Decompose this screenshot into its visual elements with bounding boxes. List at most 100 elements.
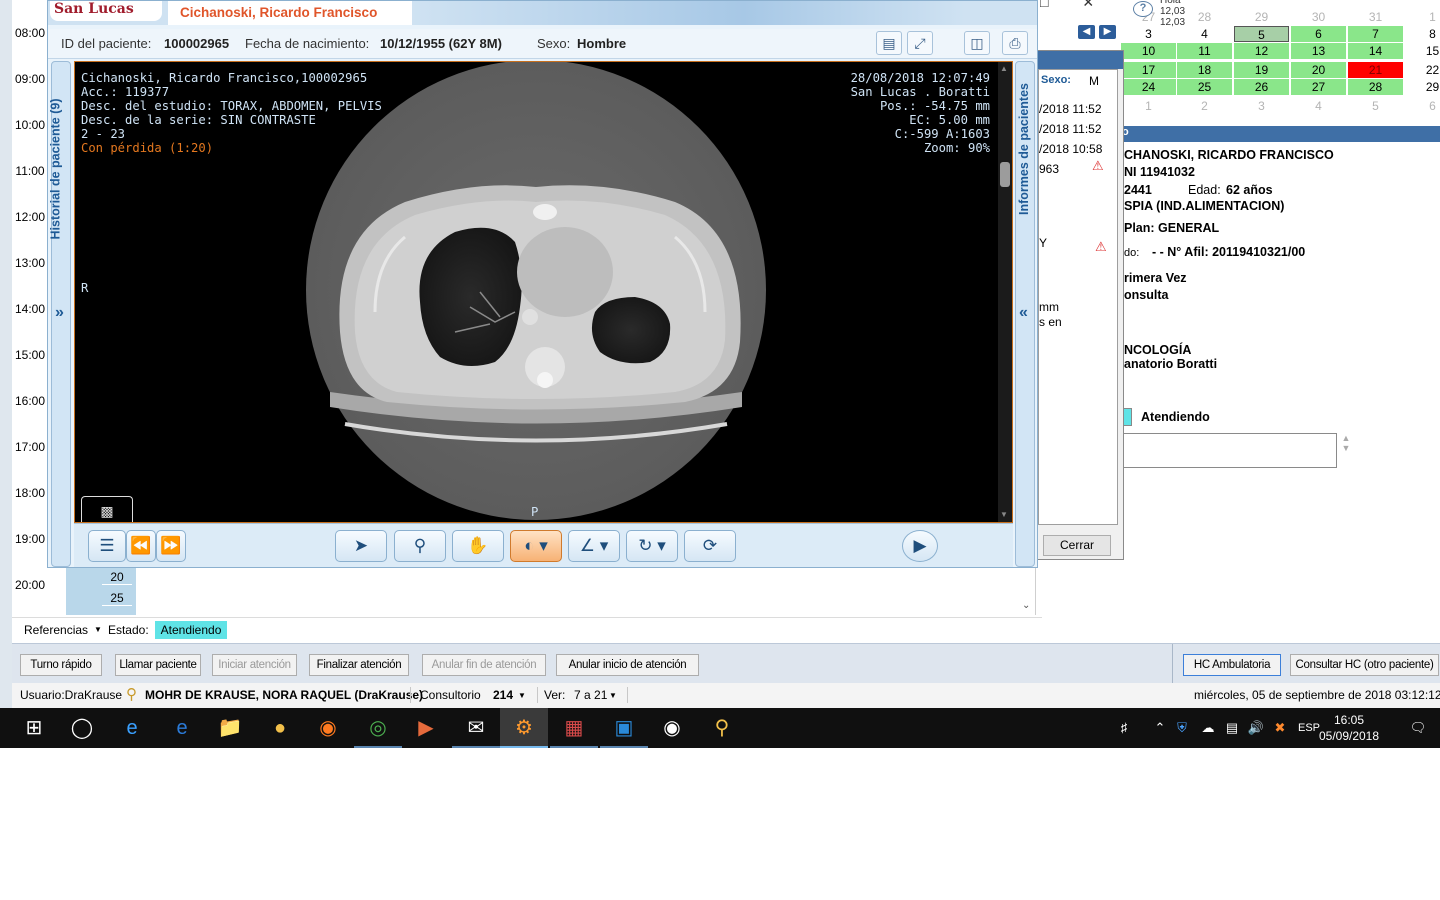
history-id[interactable]: 963 <box>1039 162 1059 176</box>
series-list-icon[interactable]: ☰ <box>88 530 126 562</box>
cortana-search-icon[interactable]: ◯ <box>58 708 106 748</box>
expand-left-icon[interactable]: « <box>1019 304 1028 322</box>
consult-hc-button[interactable]: Consultar HC (otro paciente) <box>1290 654 1439 676</box>
calendar-day[interactable]: 4 <box>1177 26 1232 42</box>
finish-attention-button[interactable]: Finalizar atención <box>309 654 409 676</box>
calendar-day[interactable]: 15 <box>1405 43 1440 59</box>
quick-turn-button[interactable]: Turno rápido <box>20 654 102 676</box>
next-series-icon[interactable]: ⏩ <box>156 530 186 562</box>
chrome-icon[interactable]: ◎ <box>354 708 402 748</box>
calendar-day[interactable]: 2 <box>1177 98 1232 114</box>
calendar-day[interactable]: 4 <box>1291 98 1346 114</box>
slice-scrollbar[interactable]: ▲ ▼ <box>998 62 1012 522</box>
calendar-day[interactable]: 29 <box>1234 9 1289 25</box>
calendar-day[interactable]: 1 <box>1405 9 1440 25</box>
onedrive-icon[interactable]: ☁ <box>1196 708 1220 748</box>
close-icon[interactable]: ✕ <box>1082 0 1094 10</box>
pan-tool-icon[interactable]: ✋ <box>452 530 504 562</box>
orange-tray-icon[interactable]: ✖ <box>1270 708 1290 748</box>
chevron-down-icon[interactable]: ▼ <box>94 625 102 634</box>
calendar-day[interactable]: 31 <box>1348 9 1403 25</box>
calendar-day[interactable]: 17 <box>1121 62 1176 78</box>
view-select[interactable]: 7 a 21 <box>574 688 607 702</box>
previous-month-icon[interactable]: ◀ <box>1078 25 1095 39</box>
calendar-day[interactable]: 19 <box>1234 62 1289 78</box>
calendar-day[interactable]: 18 <box>1177 62 1232 78</box>
calendar-day[interactable]: 6 <box>1405 98 1440 114</box>
chevron-down-icon[interactable]: ▼ <box>518 691 526 700</box>
patient-tab[interactable]: Cichanoski, Ricardo Francisco <box>168 1 412 25</box>
print-icon[interactable]: ⎙ <box>1002 31 1028 55</box>
calendar-day[interactable]: 8 <box>1405 26 1440 42</box>
calendar-day[interactable]: 11 <box>1177 43 1232 59</box>
shield-icon[interactable]: ⛨ <box>1172 708 1192 748</box>
zoom-tool-icon[interactable]: ⚲ <box>394 530 446 562</box>
chevron-down-icon[interactable]: ▼ <box>609 691 617 700</box>
maximize-icon[interactable]: □ <box>1040 0 1048 10</box>
calendar-day[interactable]: 5 <box>1348 98 1403 114</box>
edge-icon[interactable]: e <box>158 708 206 748</box>
rotate-tool-icon[interactable]: ↻ ▾ <box>626 530 678 562</box>
calendar-day[interactable]: 24 <box>1121 79 1176 95</box>
calendar-day[interactable]: 10 <box>1121 43 1176 59</box>
history-date[interactable]: /2018 10:58 <box>1039 142 1102 156</box>
key-app-icon[interactable]: ⚲ <box>698 708 746 748</box>
calendar-day[interactable]: 3 <box>1121 26 1176 42</box>
calendar-day[interactable]: 30 <box>1291 9 1346 25</box>
patient-history-tab[interactable]: Historial de paciente (9) » <box>49 61 71 567</box>
people-icon[interactable]: ♯ <box>1114 708 1134 748</box>
save-icon[interactable]: ◫ <box>964 31 990 55</box>
scroll-down-icon[interactable]: ⌄ <box>1022 600 1030 611</box>
calendar-day[interactable]: 25 <box>1177 79 1232 95</box>
expand-right-icon[interactable]: » <box>55 304 64 322</box>
history-date[interactable]: /2018 11:52 <box>1039 122 1102 136</box>
hc-ambulatory-button[interactable]: HC Ambulatoria <box>1183 654 1281 676</box>
calendar-day[interactable]: 1 <box>1121 98 1176 114</box>
observations-field[interactable] <box>1122 433 1337 468</box>
start-attention-button[interactable]: Iniciar atención <box>212 654 297 676</box>
calendar-day[interactable]: 26 <box>1234 79 1289 95</box>
calendar-day[interactable]: 6 <box>1291 26 1346 42</box>
medical-app-icon[interactable]: ▦ <box>550 708 598 748</box>
notifications-icon[interactable]: 🗨 <box>1404 708 1432 748</box>
patient-reports-tab[interactable]: Informes de pacientes « <box>1015 61 1035 567</box>
taskbar-clock[interactable]: 16:05 05/09/2018 <box>1310 712 1388 744</box>
cancel-start-button[interactable]: Anular inicio de atención <box>556 654 699 676</box>
outlook-icon[interactable]: ▣ <box>600 708 648 748</box>
minute-slot[interactable]: 25 <box>102 591 132 606</box>
calendar-day[interactable]: 13 <box>1291 43 1346 59</box>
minute-slot[interactable]: 20 <box>102 570 132 585</box>
firefox-icon[interactable]: ◉ <box>304 708 352 748</box>
observations-scrollbar[interactable]: ▲ ▼ <box>1338 433 1354 468</box>
slice-scroll-thumb[interactable] <box>1000 162 1010 187</box>
internet-explorer-icon[interactable]: e <box>108 708 156 748</box>
calendar-day[interactable]: 22 <box>1405 62 1440 78</box>
calendar-day[interactable]: 27 <box>1291 79 1346 95</box>
calendar-day[interactable]: 12 <box>1234 43 1289 59</box>
paint-icon[interactable]: ◉ <box>648 708 696 748</box>
play-cine-icon[interactable]: ▶ <box>902 530 938 562</box>
calendar-day[interactable]: 20 <box>1291 62 1346 78</box>
calendar-day[interactable]: 14 <box>1348 43 1403 59</box>
next-month-icon[interactable]: ▶ <box>1099 25 1116 39</box>
sticky-app-icon[interactable]: ● <box>256 708 304 748</box>
close-button[interactable]: Cerrar <box>1043 535 1111 556</box>
pointer-tool-icon[interactable]: ➤ <box>335 530 387 562</box>
calendar-day[interactable]: 28 <box>1177 9 1232 25</box>
calendar-day[interactable]: 29 <box>1405 79 1440 95</box>
measure-tool-icon[interactable]: ∠ ▾ <box>568 530 620 562</box>
windows-start-icon[interactable]: ⊞ <box>10 708 58 748</box>
viewer-app-icon[interactable]: ⚙ <box>500 708 548 748</box>
calendar-day[interactable]: 7 <box>1348 26 1403 42</box>
calendar-day[interactable]: 3 <box>1234 98 1289 114</box>
ct-image-viewport[interactable]: Cichanoski, Ricardo Francisco,100002965 … <box>74 61 1013 523</box>
3d-cube-icon[interactable]: ▩ <box>81 496 133 522</box>
chevron-up-icon[interactable]: ⌃ <box>1150 708 1170 748</box>
history-date[interactable]: /2018 11:52 <box>1039 102 1102 116</box>
calendar-day[interactable]: 21 <box>1348 62 1403 78</box>
patient-card-icon[interactable]: ▤ <box>876 31 902 55</box>
office-select[interactable]: 214 <box>493 688 513 702</box>
file-explorer-icon[interactable]: 📁 <box>206 708 254 748</box>
call-patient-button[interactable]: Llamar paciente <box>115 654 201 676</box>
cancel-finish-button[interactable]: Anular fin de atención <box>422 654 546 676</box>
